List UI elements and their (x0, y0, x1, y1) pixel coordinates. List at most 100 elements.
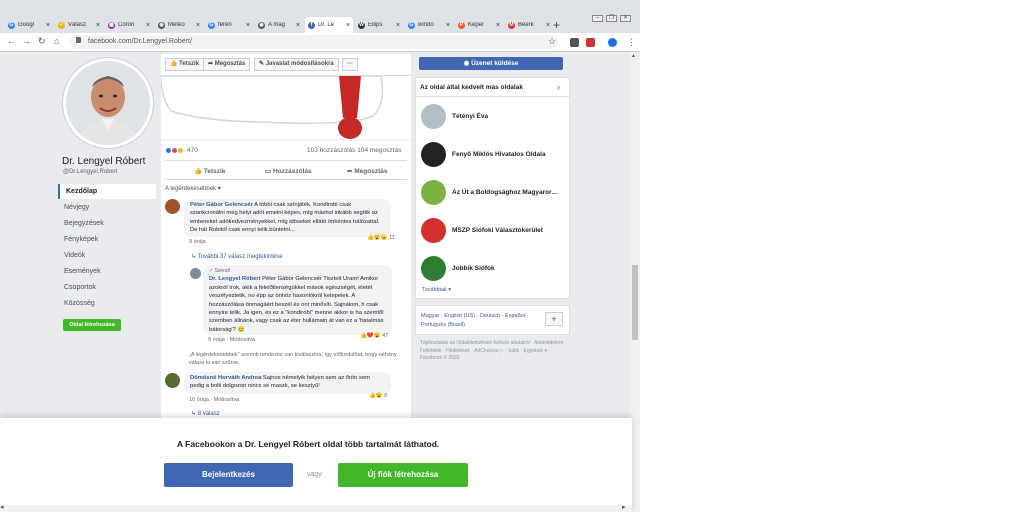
post-comment-button[interactable]: ▭ Hozzászólás (265, 167, 312, 175)
sidebar-nav-item[interactable]: Névjegy (58, 200, 156, 215)
sidebar-nav-item[interactable]: Események (58, 264, 156, 279)
page-logo-icon[interactable] (421, 179, 446, 205)
see-more-pages-link[interactable]: Továbbiak ▾ (422, 287, 451, 293)
browser-tab[interactable]: W Ellips × (355, 17, 403, 33)
scroll-right-icon[interactable]: ▸ (622, 503, 626, 511)
browser-tab[interactable]: ✓ Válasz × (55, 17, 103, 33)
tab-close-icon[interactable]: × (296, 22, 300, 29)
chevron-right-icon[interactable]: › (557, 82, 560, 92)
tab-close-icon[interactable]: × (96, 22, 100, 29)
signup-button[interactable]: Új fiók létrehozása (338, 463, 468, 487)
liked-page-item[interactable]: Jobbik Siófok (421, 254, 566, 282)
tab-close-icon[interactable]: × (496, 22, 500, 29)
view-replies-link[interactable]: ↳ 8 válasz (191, 410, 220, 417)
sidebar-nav-item[interactable]: Fényképek (58, 232, 156, 247)
browser-tab[interactable]: ▦ Coron × (105, 17, 153, 33)
reaction-count[interactable]: 470 (187, 147, 198, 154)
share-page-button[interactable]: ➦ Megosztás (203, 58, 251, 71)
page-logo-icon[interactable] (421, 255, 446, 281)
page-logo-icon[interactable] (421, 217, 446, 243)
reply-author-name[interactable]: Dr. Lengyel Róbert (209, 276, 261, 282)
sort-dropdown[interactable]: A legérdekesebbek ▾ (165, 185, 221, 192)
profile-photo[interactable] (63, 58, 153, 148)
page-handle[interactable]: @Dr.Lengyel.Robert (63, 169, 117, 175)
sidebar-nav-item[interactable]: Kezdőlap (58, 184, 156, 199)
sidebar-nav-item[interactable]: Közösség (58, 296, 156, 311)
tab-close-icon[interactable]: × (346, 22, 350, 29)
close-window-icon[interactable]: ✕ (620, 15, 631, 22)
scroll-left-icon[interactable]: ◂ (0, 503, 4, 511)
reload-icon[interactable]: ↻ (38, 36, 46, 47)
comment-reactions[interactable]: 👍😮😠 11 (367, 235, 395, 241)
bookmark-star-icon[interactable]: ☆ (548, 36, 556, 47)
post-share-button[interactable]: ➦ Megosztás (347, 167, 388, 175)
tab-close-icon[interactable]: × (146, 22, 150, 29)
home-icon[interactable]: ⌂ (54, 36, 59, 46)
reply-timestamp[interactable]: 9 órája · Módosítva (208, 337, 255, 343)
reply-reactions[interactable]: 👍❤️😮 47 (360, 333, 388, 339)
liked-page-item[interactable]: MSZP Siófoki Választókerület (421, 216, 566, 244)
liked-page-name[interactable]: Jobbik Siófok (452, 265, 495, 272)
scroll-up-icon[interactable]: ▲ (631, 53, 636, 59)
liked-page-name[interactable]: Fenyő Miklós Hivatalos Oldala (452, 151, 546, 158)
maximize-icon[interactable]: ❐ (606, 15, 617, 22)
browser-tab[interactable]: f Dr. Le × (305, 17, 353, 33)
language-links[interactable]: Magyar · English (US) · Deutsch · Españo… (421, 312, 539, 329)
extension-icon[interactable] (570, 38, 579, 47)
share-count-text: 104 megosztás (357, 147, 402, 154)
comment-reactions[interactable]: 👍😮 6 (369, 393, 387, 399)
sidebar-nav-item[interactable]: Csoportok (58, 280, 156, 295)
new-tab-button[interactable]: + (553, 18, 560, 32)
tab-close-icon[interactable]: × (396, 22, 400, 29)
liked-page-name[interactable]: MSZP Siófoki Választókerület (452, 227, 543, 234)
sidebar-nav-item[interactable]: Bejegyzések (58, 216, 156, 231)
liked-page-item[interactable]: Fenyő Miklós Hivatalos Oldala (421, 140, 566, 168)
comment-timestamp[interactable]: 9 órája (189, 239, 206, 245)
tab-close-icon[interactable]: × (446, 22, 450, 29)
commenter-name[interactable]: Péter Gábor Gelencsér (190, 202, 253, 208)
profile-avatar-icon[interactable] (608, 38, 617, 47)
send-message-button[interactable]: ◉ Üzenet küldése (419, 57, 563, 70)
view-more-replies-link[interactable]: ↳ További 37 válasz megtekintése (191, 253, 283, 260)
page-logo-icon[interactable] (421, 103, 446, 129)
forward-icon[interactable]: → (22, 36, 31, 46)
more-options-button[interactable]: ··· (342, 58, 358, 71)
browser-tab[interactable]: P Képer × (455, 17, 503, 33)
scrollbar-thumb[interactable] (632, 265, 638, 340)
create-page-button[interactable]: Oldal létrehozása (63, 319, 121, 331)
minimize-icon[interactable]: – (592, 15, 603, 22)
reaction-icons[interactable]: 470 (165, 147, 198, 154)
footer-links[interactable]: Tájékoztatás az Oldalelemzések funkció a… (420, 340, 570, 363)
comment-count[interactable]: 103 hozzászólás 104 megosztás (307, 147, 401, 154)
tab-close-icon[interactable]: × (546, 22, 550, 29)
browser-tab[interactable]: ◉ A mag × (255, 17, 303, 33)
liked-page-item[interactable]: Az Út a Boldogsághoz Magyaror… (421, 178, 566, 206)
liked-page-name[interactable]: Az Út a Boldogsághoz Magyaror… (452, 189, 558, 196)
commenter-name[interactable]: Dömösné Horváth Andrea (190, 375, 261, 381)
like-page-button[interactable]: 👍 Tetszik (165, 58, 205, 71)
menu-dots-icon[interactable]: ⋮ (627, 37, 636, 48)
sidebar-nav-item[interactable]: Videók (58, 248, 156, 263)
post-like-button[interactable]: 👍 Tetszik (194, 167, 225, 175)
tab-close-icon[interactable]: × (46, 22, 50, 29)
page-logo-icon[interactable] (421, 141, 446, 167)
extension-icon[interactable] (586, 38, 595, 47)
comment-timestamp[interactable]: 10 órája · Módosítva (189, 397, 239, 403)
browser-tab[interactable]: M Beérk × (505, 17, 553, 33)
suggest-edits-button[interactable]: ✎ Javaslat módosításokra (254, 58, 339, 71)
browser-tab[interactable]: G Googl × (5, 17, 53, 33)
commenter-avatar[interactable] (165, 199, 180, 214)
commenter-avatar[interactable] (165, 373, 180, 388)
reply-avatar[interactable] (190, 268, 201, 279)
liked-page-item[interactable]: Tétényi Éva (421, 102, 566, 130)
add-language-button[interactable]: + (545, 312, 563, 326)
browser-tab[interactable]: Gferen × (205, 17, 253, 33)
login-button[interactable]: Bejelentkezés (164, 463, 293, 487)
browser-tab[interactable]: Gwindo × (405, 17, 453, 33)
liked-page-name[interactable]: Tétényi Éva (452, 113, 488, 120)
post-image[interactable] (161, 76, 411, 144)
browser-tab[interactable]: ◉ Meteo × (155, 17, 203, 33)
tab-close-icon[interactable]: × (196, 22, 200, 29)
back-icon[interactable]: ← (7, 36, 16, 46)
tab-close-icon[interactable]: × (246, 22, 250, 29)
